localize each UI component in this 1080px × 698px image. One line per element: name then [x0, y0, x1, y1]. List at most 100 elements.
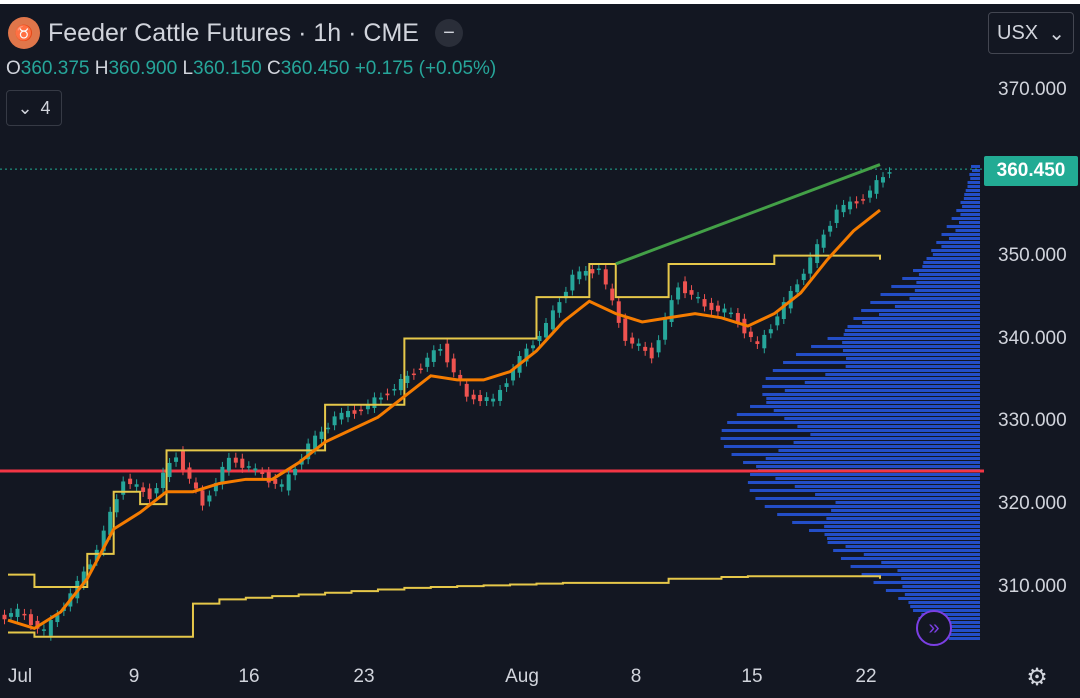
volume-profile-bar [764, 505, 980, 508]
volume-profile-bar [931, 249, 980, 252]
volume-profile-bar [963, 197, 980, 200]
volume-profile-bar [922, 265, 980, 268]
chevron-down-icon: ⌄ [1048, 22, 1065, 45]
volume-profile-bar [815, 493, 980, 496]
volume-profile-bar [967, 181, 980, 184]
volume-profile-bar [969, 173, 980, 176]
minimize-icon[interactable]: − [434, 19, 463, 47]
candle-body [696, 296, 701, 299]
y-tick-340: 340.000 [998, 328, 1067, 349]
volume-profile-bar [878, 313, 980, 316]
candle-body [346, 410, 351, 418]
volume-profile-bar [847, 325, 980, 328]
volume-profile-bar [904, 593, 980, 596]
candle-body [854, 201, 859, 204]
candle-body [385, 393, 390, 396]
volume-profile-bar [941, 245, 980, 248]
candle-body [583, 270, 588, 276]
volume-profile-bar [749, 489, 980, 492]
candle-body [881, 177, 885, 183]
volume-profile-bar [926, 257, 980, 260]
x-tick-8: 8 [630, 666, 642, 687]
candle-body [451, 358, 456, 373]
volume-profile-bar [948, 637, 980, 640]
candle-body [193, 482, 198, 489]
candle-body [464, 383, 469, 397]
high-label: H [94, 58, 109, 79]
volume-profile-bar [756, 465, 980, 468]
currency-select[interactable]: USX ⌄ [988, 12, 1074, 54]
candle-body [570, 274, 575, 291]
candle-body [590, 269, 595, 274]
volume-profile-bar [824, 533, 980, 536]
candle-body [874, 180, 879, 194]
volume-profile-bar [897, 569, 980, 572]
volume-profile-bar [885, 589, 980, 592]
volume-profile-bar [960, 201, 980, 204]
candle-body [141, 487, 146, 492]
gear-icon[interactable]: ⚙ [1022, 662, 1052, 692]
volume-profile-bar [765, 377, 980, 380]
candle-body [246, 466, 251, 468]
volume-profile-bar [747, 481, 980, 484]
candle-body [332, 416, 337, 426]
candle-body [48, 620, 53, 636]
volume-profile-bar [913, 269, 980, 272]
volume-profile-bar [951, 217, 980, 220]
candle-body [478, 394, 483, 402]
volume-profile-bar [894, 305, 980, 308]
volume-profile-bar [784, 389, 980, 392]
volume-profile-bar [804, 381, 980, 384]
scroll-to-realtime-button[interactable]: » [916, 610, 952, 646]
trendline [615, 163, 881, 266]
x-tick-15: 15 [741, 666, 763, 687]
x-tick-22: 22 [855, 666, 877, 687]
volume-profile-bar [902, 277, 980, 280]
candle-body [253, 468, 258, 471]
candle-body [616, 301, 621, 323]
candle-body [180, 451, 185, 471]
cattle-logo-icon[interactable]: ♉ [8, 17, 40, 49]
candle-body [848, 201, 853, 210]
volume-profile-bar [826, 517, 980, 520]
volume-profile-bar [810, 433, 980, 436]
price-chart[interactable] [0, 0, 1080, 698]
candle-body [663, 317, 668, 340]
volume-profile-bar [736, 413, 980, 416]
volume-profile-bar [846, 357, 980, 360]
candle-body [438, 348, 443, 351]
x-tick-16: 16 [238, 666, 260, 687]
volume-profile-bar [825, 373, 980, 376]
volume-profile-bar [914, 289, 980, 292]
candle-body [484, 397, 489, 401]
volume-profile-bar [762, 385, 980, 388]
candle-body [828, 225, 833, 232]
volume-profile-bar [772, 369, 980, 372]
volume-profile-bar [881, 561, 980, 564]
x-tick-23: 23 [353, 666, 375, 687]
currency-value: USX [997, 21, 1039, 44]
symbol-title[interactable]: Feeder Cattle Futures · 1h · CME [48, 19, 419, 48]
candle-body [405, 375, 410, 384]
candle-body [649, 347, 654, 359]
candle-body [134, 484, 139, 487]
volume-profile-bar [850, 565, 980, 568]
candle-body [762, 334, 767, 349]
y-tick-350: 350.000 [998, 245, 1067, 266]
volume-profile-bar [765, 457, 980, 460]
close-label: C [267, 58, 281, 79]
candle-body [121, 481, 126, 495]
last-price-label: 360.450 [984, 156, 1078, 186]
candle-body [801, 273, 806, 281]
candle-body [543, 322, 548, 338]
volume-profile-bar [842, 341, 980, 344]
y-tick-330: 330.000 [998, 410, 1067, 431]
indicators-toggle-button[interactable]: ⌄ 4 [6, 90, 62, 126]
volume-profile-bar [910, 605, 980, 608]
volume-profile-bar [809, 529, 980, 532]
volume-profile-bar [845, 365, 980, 368]
open-value: 360.375 [20, 58, 90, 79]
candle-body [676, 287, 681, 300]
volume-profile-bar [971, 165, 980, 168]
volume-profile-bar [842, 349, 980, 352]
